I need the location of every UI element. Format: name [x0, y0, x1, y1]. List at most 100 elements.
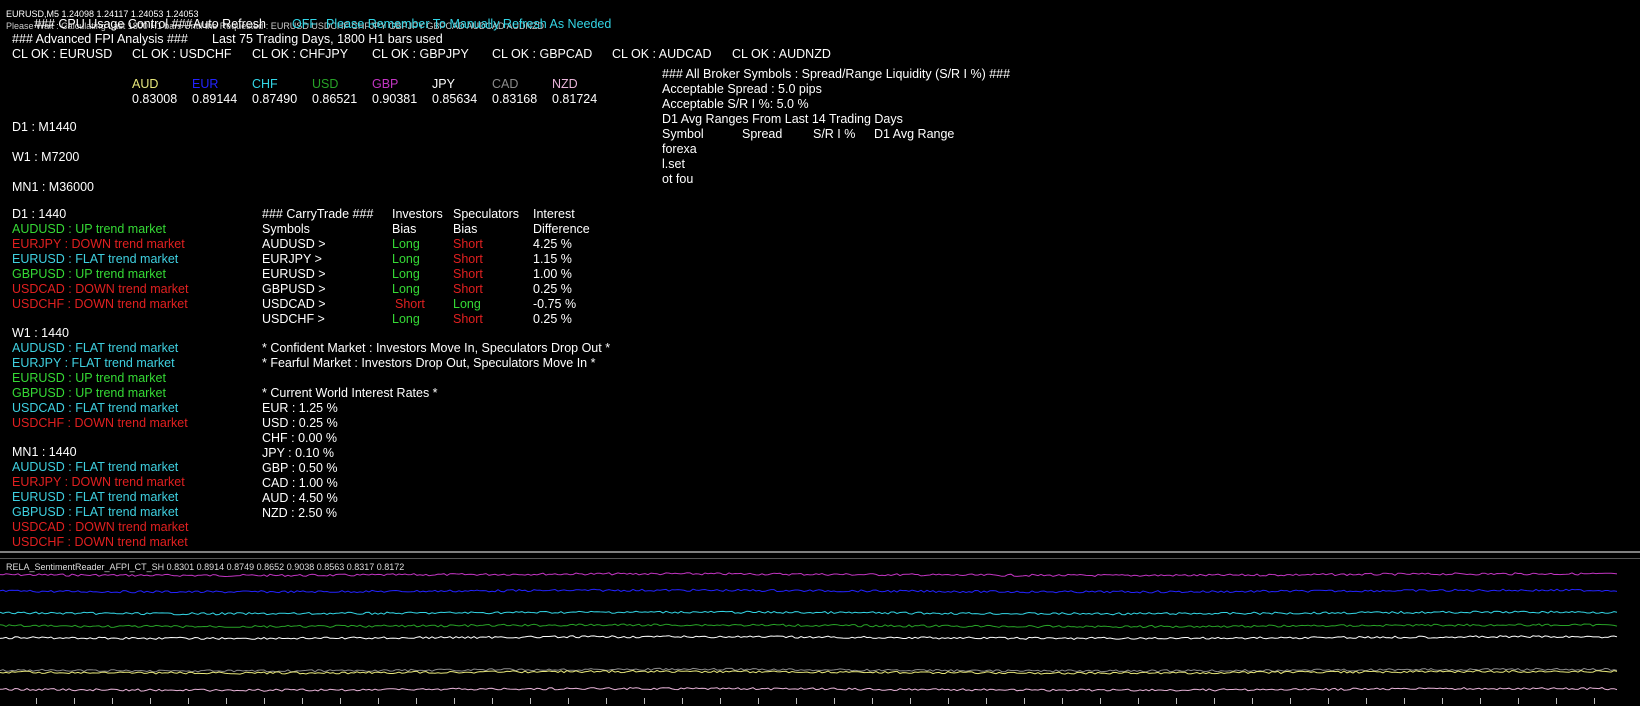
interest-diff: 4.25 % — [533, 237, 572, 251]
time-tick — [1594, 698, 1595, 704]
indicator-top-border — [0, 558, 1640, 559]
time-tick — [492, 698, 493, 704]
col-spread: Spread — [742, 127, 783, 141]
indicator-line-chf — [0, 610, 1618, 616]
trend-item: EURJPY : DOWN trend market — [12, 475, 185, 489]
auto-refresh-label: Auto Refresh — [193, 17, 266, 31]
trend-item: EURUSD : FLAT trend market — [12, 490, 179, 504]
carry-symbol: USDCHF > — [262, 312, 325, 326]
table-row: USDCHF > Long Short 0.25 % — [262, 312, 590, 327]
interest-rates-block: * Current World Interest Rates * EUR : 1… — [262, 386, 438, 521]
investors-bias: Long — [392, 282, 420, 296]
currency-value-gbp: 0.90381 — [372, 92, 418, 106]
time-tick — [530, 698, 531, 704]
cl-check-0: CL OK : EURUSD — [12, 47, 113, 61]
time-tick — [1404, 698, 1405, 704]
time-tick — [226, 698, 227, 704]
currency-code-aud: AUD — [132, 77, 159, 91]
table-row: AUDUSD > Long Short 4.25 % — [262, 237, 590, 252]
currency-value-usd: 0.86521 — [312, 92, 358, 106]
currency-code-chf: CHF — [252, 77, 278, 91]
col-interest-diff: Difference — [533, 222, 590, 236]
table-row: USDCAD > Short Long -0.75 % — [262, 297, 590, 312]
cl-check-6: CL OK : AUDNZD — [732, 47, 831, 61]
time-tick — [1138, 698, 1139, 704]
table-row: EURJPY > Long Short 1.15 % — [262, 252, 590, 267]
refresh-note-text: Please Remember To Manually Refresh As N… — [326, 17, 612, 31]
interest-rate-item: JPY : 0.10 % — [262, 446, 335, 460]
window-separator[interactable] — [0, 551, 1640, 553]
cl-check-4: CL OK : GBPCAD — [492, 47, 593, 61]
indicator-sub-window[interactable] — [0, 560, 1632, 698]
main-chart-window[interactable]: EURUSD,M5 1.24098 1.24117 1.24053 1.2405… — [0, 0, 1620, 551]
currency-code-usd: USD — [312, 77, 339, 91]
fearful-market-note: * Fearful Market : Investors Drop Out, S… — [262, 356, 596, 370]
time-tick — [758, 698, 759, 704]
carry-symbol: AUDUSD > — [262, 237, 326, 251]
time-tick — [1214, 698, 1215, 704]
time-tick — [1290, 698, 1291, 704]
carry-trade-table: ### CarryTrade ### Investors Speculators… — [262, 207, 590, 327]
col-symbol: Symbol — [662, 127, 704, 141]
time-tick — [340, 698, 341, 704]
time-tick — [1252, 698, 1253, 704]
trend-item: USDCHF : DOWN trend market — [12, 297, 188, 311]
broker-liquidity-block: ### All Broker Symbols : Spread/Range Li… — [662, 67, 1010, 187]
analysis-title: ### Advanced FPI Analysis ### — [12, 32, 188, 46]
trend-block-d1: D1 : 1440 AUDUSD : UP trend market EURJP… — [12, 207, 188, 312]
trend-item: USDCAD : DOWN trend market — [12, 282, 189, 296]
table-row: GBPUSD > Long Short 0.25 % — [262, 282, 590, 297]
trend-header-mn1: MN1 : 1440 — [12, 445, 77, 459]
interest-diff: 0.25 % — [533, 282, 572, 296]
interest-rate-item: CHF : 0.00 % — [262, 431, 338, 445]
time-tick — [416, 698, 417, 704]
cl-check-5: CL OK : AUDCAD — [612, 47, 712, 61]
time-tick — [986, 698, 987, 704]
speculators-bias: Short — [453, 312, 483, 326]
carry-symbol: EURJPY > — [262, 252, 322, 266]
interest-rate-item: NZD : 2.50 % — [262, 506, 338, 520]
col-investors: Investors — [392, 207, 443, 221]
cpu-control-title: ### CPU Usage Control ### — [34, 17, 193, 31]
broker-columns: Symbol Spread S/R I % D1 Avg Range — [662, 127, 1010, 142]
trend-item: EURJPY : DOWN trend market — [12, 237, 185, 251]
timeframe-w1: W1 : M7200 — [12, 150, 80, 164]
time-tick — [188, 698, 189, 704]
analysis-period-info: Last 75 Trading Days, 1800 H1 bars used — [212, 32, 443, 46]
cl-check-1: CL OK : USDCHF — [132, 47, 232, 61]
time-tick — [1556, 698, 1557, 704]
trend-item: USDCAD : FLAT trend market — [12, 401, 179, 415]
investors-bias: Long — [392, 252, 420, 266]
broker-title: ### All Broker Symbols : Spread/Range Li… — [662, 67, 1011, 81]
investors-bias: Long — [392, 267, 420, 281]
time-tick — [150, 698, 151, 704]
time-tick — [720, 698, 721, 704]
trend-header-w1: W1 : 1440 — [12, 326, 69, 340]
interest-rate-item: CAD : 1.00 % — [262, 476, 338, 490]
speculators-bias: Short — [453, 282, 483, 296]
refresh-state-badge: OFF — [292, 17, 317, 31]
time-tick — [1062, 698, 1063, 704]
col-interest: Interest — [533, 207, 575, 221]
investors-bias: Long — [392, 237, 420, 251]
time-tick — [1366, 698, 1367, 704]
carry-symbol: USDCAD > — [262, 297, 326, 311]
interest-rate-item: EUR : 1.25 % — [262, 401, 338, 415]
interest-rates-title: * Current World Interest Rates * — [262, 386, 438, 400]
carry-symbol: EURUSD > — [262, 267, 326, 281]
time-tick — [1100, 698, 1101, 704]
investors-bias: Short — [395, 297, 425, 311]
cl-check-2: CL OK : CHFJPY — [252, 47, 349, 61]
d1-ranges-info: D1 Avg Ranges From Last 14 Trading Days — [662, 112, 903, 126]
speculators-bias: Short — [453, 267, 483, 281]
trend-item: EURJPY : FLAT trend market — [12, 356, 175, 370]
interest-rate-item: AUD : 4.50 % — [262, 491, 338, 505]
time-tick — [1176, 698, 1177, 704]
time-tick — [1442, 698, 1443, 704]
indicator-line-jpy — [0, 635, 1618, 640]
trend-item: USDCAD : DOWN trend market — [12, 520, 189, 534]
interest-diff: 1.00 % — [533, 267, 572, 281]
time-tick — [644, 698, 645, 704]
col-speculators-bias: Bias — [453, 222, 478, 236]
currency-code-eur: EUR — [192, 77, 219, 91]
